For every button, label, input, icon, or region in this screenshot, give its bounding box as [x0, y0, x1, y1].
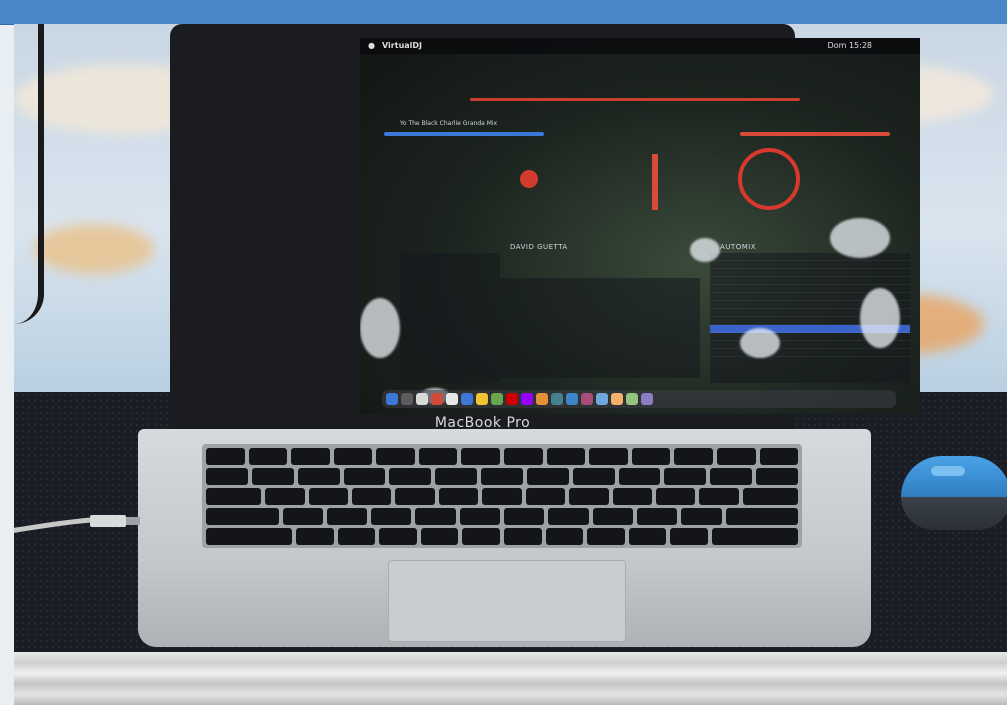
window-top-bar	[0, 0, 1007, 25]
reflection	[690, 238, 720, 262]
menu-clock: Dom 15:28	[827, 41, 872, 50]
photo: ● VirtualDJ Dom 15:28 Yo The Black Charl…	[14, 24, 1007, 705]
dock	[382, 390, 896, 408]
menu-bar: ● VirtualDJ Dom 15:28	[360, 38, 920, 54]
apple-icon: ●	[368, 41, 375, 50]
browser-right-header: AUTOMIX	[720, 243, 757, 251]
cloud	[34, 224, 154, 274]
browser-left-header: DAVID GUETTA	[510, 243, 568, 251]
keyboard	[202, 444, 802, 548]
folder-list	[400, 253, 500, 383]
power-cable	[14, 24, 44, 324]
deck-b-waveform	[740, 132, 890, 136]
trackpad	[388, 560, 626, 642]
laptop-lid: ● VirtualDJ Dom 15:28 Yo The Black Charl…	[170, 24, 920, 439]
screenshot-frame: ● VirtualDJ Dom 15:28 Yo The Black Charl…	[0, 0, 1007, 705]
master-waveform	[470, 98, 800, 101]
wireless-mouse	[901, 456, 1007, 530]
deck-a-jog-icon	[520, 170, 538, 188]
pitch-slider	[652, 154, 658, 210]
deck-a-waveform	[384, 132, 544, 136]
laptop-screen: ● VirtualDJ Dom 15:28 Yo The Black Charl…	[360, 38, 920, 414]
deck-a-title: Yo The Black Charlie Granda Mix	[400, 120, 498, 127]
app-name: VirtualDJ	[382, 41, 423, 50]
reflection	[830, 218, 890, 258]
reflection	[860, 288, 900, 348]
usb-cable	[14, 515, 140, 533]
deck-b-jog-icon	[738, 148, 800, 210]
reflection	[360, 298, 400, 358]
reflection	[740, 328, 780, 358]
track-list	[500, 278, 700, 378]
metal-rail	[14, 652, 1007, 705]
mouse-highlight	[931, 466, 965, 476]
